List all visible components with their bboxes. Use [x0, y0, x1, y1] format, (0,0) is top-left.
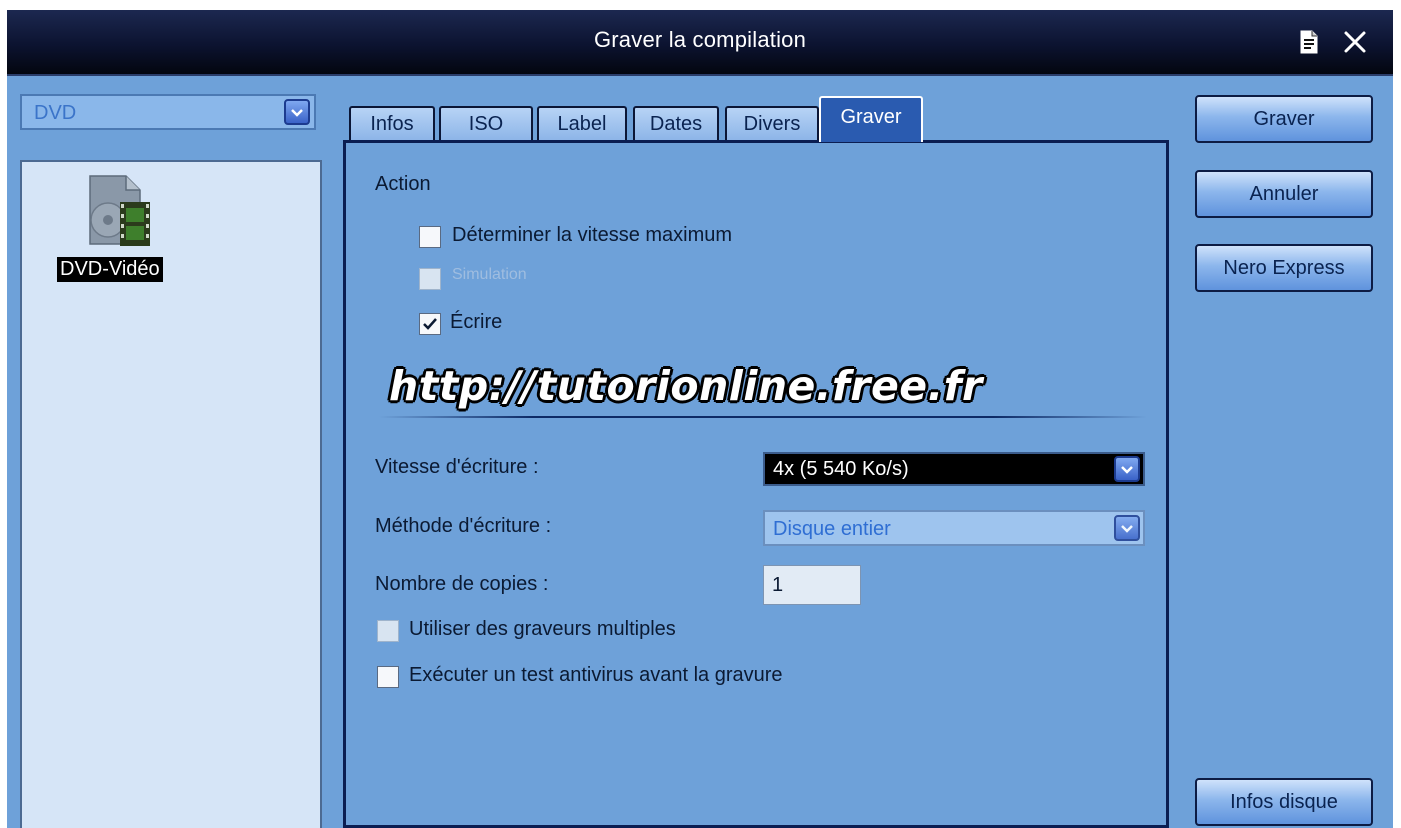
action-heading: Action [375, 173, 431, 195]
compilation-type-dropdown[interactable]: DVD [20, 94, 316, 130]
tab-divers[interactable]: Divers [725, 106, 819, 140]
chevron-down-icon[interactable] [284, 99, 310, 125]
tab-label[interactable]: Label [537, 106, 627, 140]
disc-info-button[interactable]: Infos disque [1195, 778, 1373, 826]
dvd-video-item-label[interactable]: DVD-Vidéo [57, 257, 163, 282]
compilation-type-value: DVD [34, 102, 77, 124]
section-divider [379, 416, 1147, 418]
write-label: Écrire [450, 311, 503, 333]
tab-dates[interactable]: Dates [633, 106, 719, 140]
antivirus-label: Exécuter un test antivirus avant la grav… [409, 664, 783, 686]
tab-infos[interactable]: Infos [349, 106, 435, 140]
tab-bar: Infos ISO Label Dates Divers Graver [341, 96, 1181, 142]
write-method-value: Disque entier [773, 518, 891, 540]
dvd-video-icon[interactable] [84, 174, 154, 250]
compilation-types-list: DVD-Vidéo [20, 160, 322, 828]
antivirus-checkbox[interactable] [377, 666, 399, 688]
tab-graver[interactable]: Graver [819, 96, 923, 142]
close-icon[interactable] [1342, 29, 1368, 55]
watermark-url: http://tutorionline.free.fr [389, 362, 983, 410]
window-title: Graver la compilation [593, 27, 807, 52]
tab-iso[interactable]: ISO [439, 106, 533, 140]
document-icon[interactable] [1297, 29, 1321, 55]
max-speed-checkbox[interactable] [419, 226, 441, 248]
write-speed-value: 4x (5 540 Ko/s) [773, 458, 909, 480]
simulation-checkbox [419, 268, 441, 290]
nero-express-button[interactable]: Nero Express [1195, 244, 1373, 292]
cancel-button[interactable]: Annuler [1195, 170, 1373, 218]
write-checkbox[interactable] [419, 313, 441, 335]
burn-compilation-window: Graver la compilation DVD DVD-Vidéo Info… [7, 10, 1393, 828]
write-speed-label: Vitesse d'écriture : [375, 456, 539, 478]
checkmark-icon [423, 318, 437, 330]
burn-button[interactable]: Graver [1195, 95, 1373, 143]
chevron-down-icon [1114, 515, 1140, 541]
write-speed-dropdown[interactable]: 4x (5 540 Ko/s) [763, 452, 1145, 486]
multiple-burners-label: Utiliser des graveurs multiples [409, 618, 676, 640]
multiple-burners-checkbox[interactable] [377, 620, 399, 642]
copies-input[interactable]: 1 [763, 565, 861, 605]
copies-label: Nombre de copies : [375, 573, 549, 595]
title-bar[interactable]: Graver la compilation [7, 10, 1393, 76]
chevron-down-icon[interactable] [1114, 456, 1140, 482]
simulation-label: Simulation [452, 266, 527, 283]
write-method-label: Méthode d'écriture : [375, 515, 552, 537]
write-method-dropdown: Disque entier [763, 510, 1145, 546]
max-speed-label: Déterminer la vitesse maximum [452, 224, 733, 246]
